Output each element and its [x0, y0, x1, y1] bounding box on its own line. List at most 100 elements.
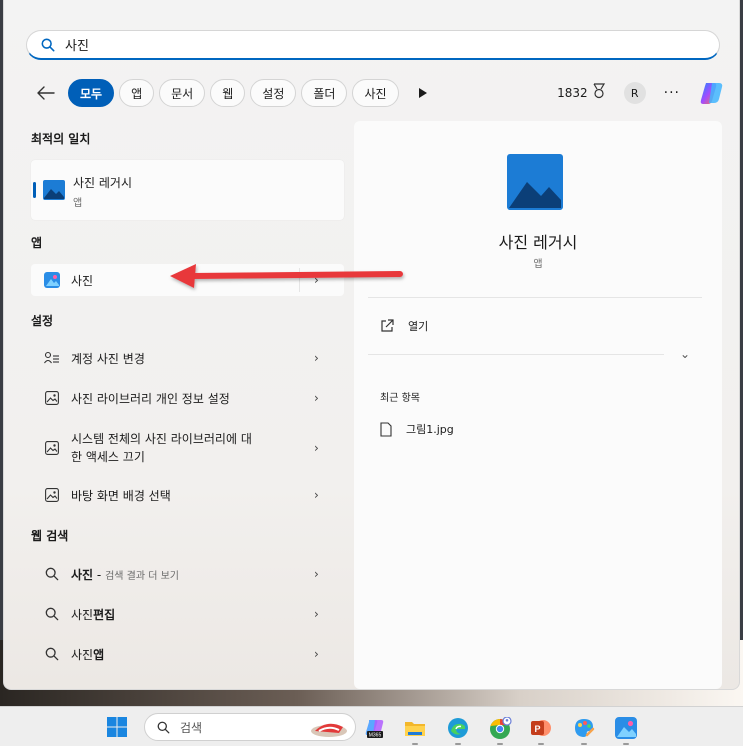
- settings-item-change-account-picture[interactable]: 계정 사진 변경 ›: [31, 342, 344, 374]
- search-highlight-illustration: [311, 723, 347, 737]
- filter-chip-photos[interactable]: 사진: [352, 79, 399, 107]
- settings-item-label-line2: 한 액세스 끄기: [71, 450, 145, 464]
- preview-divider: [368, 297, 702, 298]
- edge-browser-icon[interactable]: [447, 717, 469, 739]
- web-item-meta: 검색 결과 더 보기: [105, 570, 179, 582]
- running-indicator: [538, 743, 544, 745]
- settings-item-label: 사진 라이브러리 개인 정보 설정: [71, 391, 230, 406]
- selection-indicator: [33, 182, 36, 198]
- file-icon: [380, 421, 392, 437]
- rewards-medal-icon[interactable]: [592, 83, 606, 103]
- web-search-header: 웹 검색: [31, 529, 69, 543]
- filter-bar: 모두 앱 문서 웹 설정 폴더 사진 1832 R ···: [36, 78, 726, 108]
- recent-file-name: 그림1.jpg: [406, 423, 454, 436]
- settings-item-disable-system-photo-access[interactable]: 시스템 전체의 사진 라이브러리에 대 한 액세스 끄기 ›: [31, 425, 344, 471]
- back-arrow-icon[interactable]: [36, 83, 56, 103]
- settings-header: 설정: [31, 314, 54, 328]
- recent-items-header: 최근 항목: [380, 393, 420, 404]
- preview-app-type: 앱: [533, 259, 543, 270]
- photos-app-icon: [43, 271, 61, 289]
- chevron-right-icon: ›: [314, 567, 319, 581]
- image-settings-icon: [43, 389, 61, 407]
- open-action[interactable]: 열기: [380, 318, 428, 334]
- account-settings-icon: [43, 349, 61, 367]
- settings-item-label: 바탕 화면 배경 선택: [71, 488, 171, 503]
- rewards-points[interactable]: 1832: [557, 86, 588, 100]
- preview-app-name: 사진 레거시: [498, 233, 578, 252]
- filter-chip-all[interactable]: 모두: [68, 79, 115, 107]
- best-match-type: 앱: [73, 198, 83, 209]
- paint-app-icon[interactable]: [573, 717, 595, 739]
- chevron-right-icon: ›: [314, 607, 319, 621]
- settings-item-choose-desktop-background[interactable]: 바탕 화면 배경 선택 ›: [31, 479, 344, 511]
- web-item-suggestion: 앱: [93, 647, 105, 662]
- chevron-right-icon: ›: [314, 488, 319, 502]
- taskbar-search-input[interactable]: 검색: [144, 713, 356, 741]
- open-external-icon: [381, 319, 394, 332]
- settings-item-label: 계정 사진 변경: [71, 351, 145, 366]
- preview-divider: [368, 354, 664, 355]
- chevron-right-icon: ›: [314, 351, 319, 365]
- best-match-item[interactable]: 사진 레거시 앱: [31, 160, 344, 220]
- powerpoint-icon[interactable]: P: [530, 717, 552, 739]
- search-icon: [43, 565, 61, 583]
- web-item-label: 사진편집: [71, 606, 314, 623]
- preview-pane: 사진 레거시 앱 열기 ⌄ 최근 항목 그림1.jpg: [354, 121, 722, 689]
- filter-chip-apps[interactable]: 앱: [119, 79, 155, 107]
- search-query-text[interactable]: 사진: [65, 35, 89, 54]
- filter-chip-documents[interactable]: 문서: [159, 79, 206, 107]
- web-item-photo-app[interactable]: 사진앱 ›: [31, 638, 344, 670]
- search-input[interactable]: 사진: [26, 30, 720, 60]
- open-action-label: 열기: [408, 320, 429, 333]
- filter-chip-folders[interactable]: 폴더: [301, 79, 348, 107]
- best-match-header: 최적의 일치: [31, 132, 91, 146]
- svg-text:P: P: [534, 724, 540, 734]
- user-avatar[interactable]: R: [623, 82, 646, 104]
- web-item-photo-editing[interactable]: 사진편집 ›: [31, 598, 344, 630]
- more-options-icon[interactable]: ···: [664, 85, 680, 101]
- settings-item-photo-library-privacy[interactable]: 사진 라이브러리 개인 정보 설정 ›: [31, 382, 344, 414]
- copilot-icon[interactable]: [698, 79, 726, 107]
- file-explorer-icon[interactable]: [404, 717, 426, 739]
- taskbar: 검색 M365 P: [0, 706, 743, 746]
- search-icon: [43, 645, 61, 663]
- windows-start-icon[interactable]: [107, 717, 127, 737]
- m365-copilot-icon[interactable]: M365: [364, 717, 386, 739]
- more-filters-play-icon[interactable]: [418, 88, 428, 98]
- m365-label: M365: [369, 733, 382, 739]
- search-icon: [43, 605, 61, 623]
- photos-legacy-icon: [43, 180, 65, 200]
- search-panel: 사진 모두 앱 문서 웹 설정 폴더 사진 1832 R ··· 최적의 일치 …: [3, 0, 740, 690]
- web-item-query: 사진: [71, 567, 94, 582]
- chrome-browser-icon[interactable]: [489, 716, 512, 739]
- settings-item-label: 시스템 전체의 사진 라이브러리에 대 한 액세스 끄기: [71, 430, 314, 466]
- image-settings-icon: [43, 439, 61, 457]
- running-indicator: [455, 743, 461, 745]
- running-indicator: [623, 743, 629, 745]
- best-match-name: 사진 레거시: [73, 176, 133, 190]
- taskbar-search-placeholder: 검색: [180, 720, 203, 735]
- chevron-right-icon: ›: [314, 647, 319, 661]
- filter-chip-web[interactable]: 웹: [210, 79, 246, 107]
- search-icon: [41, 38, 55, 51]
- running-indicator: [581, 743, 587, 745]
- chevron-right-icon: ›: [314, 441, 319, 455]
- running-indicator: [497, 743, 503, 745]
- toolbar-right: 1832 R ···: [557, 79, 726, 107]
- image-settings-icon: [43, 486, 61, 504]
- web-item-query: 사진: [71, 647, 94, 662]
- web-item-more-results[interactable]: 사진 - 검색 결과 더 보기 ›: [31, 558, 344, 590]
- web-item-label: 사진 - 검색 결과 더 보기: [71, 566, 314, 583]
- apps-header: 앱: [31, 236, 43, 250]
- photos-taskbar-icon[interactable]: [615, 717, 637, 739]
- chevron-right-icon: ›: [314, 391, 319, 405]
- chevron-down-icon[interactable]: ⌄: [680, 347, 690, 361]
- red-annotation-arrow: [170, 264, 403, 288]
- settings-item-label-line1: 시스템 전체의 사진 라이브러리에 대: [71, 432, 252, 446]
- web-item-separator: -: [93, 567, 106, 582]
- search-icon: [157, 721, 170, 733]
- photos-legacy-large-icon: [507, 154, 563, 210]
- recent-file-item[interactable]: 그림1.jpg: [380, 421, 454, 437]
- web-item-query: 사진: [71, 607, 94, 622]
- filter-chip-settings[interactable]: 설정: [250, 79, 297, 107]
